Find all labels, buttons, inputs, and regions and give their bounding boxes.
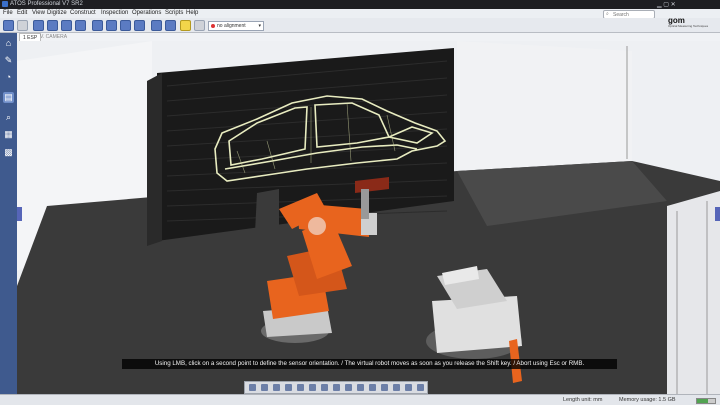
tool-8-icon[interactable] [134, 20, 145, 31]
home-icon[interactable]: ⌂ [3, 38, 14, 49]
grid-icon[interactable]: ▩ [3, 147, 14, 158]
measure-icon[interactable]: ▤ [3, 92, 14, 103]
wrench-icon[interactable]: ✎ [3, 55, 14, 66]
view-tool-3-icon[interactable] [273, 384, 280, 391]
menu-operations[interactable]: Operations [132, 9, 161, 18]
memory-bar [696, 398, 716, 404]
tool-3-icon[interactable] [61, 20, 72, 31]
cell-back-wall [457, 41, 632, 171]
view-tool-15-icon[interactable] [417, 384, 424, 391]
scene-svg [17, 41, 720, 394]
chevron-down-icon: ▾ [258, 23, 261, 29]
logo-tagline: Optical Measuring Techniques [668, 24, 709, 28]
view-tool-6-icon[interactable] [309, 384, 316, 391]
view-tool-14-icon[interactable] [405, 384, 412, 391]
refresh-icon[interactable] [180, 20, 191, 31]
menu-file[interactable]: File [3, 9, 13, 18]
3d-viewport[interactable] [17, 41, 720, 394]
menu-view[interactable]: View [32, 9, 45, 18]
app-icon [2, 1, 8, 7]
view-tool-5-icon[interactable] [297, 384, 304, 391]
tool-2-icon[interactable] [47, 20, 58, 31]
main-toolbar: no alignment ▾ [0, 18, 720, 33]
view-tool-2-icon[interactable] [261, 384, 268, 391]
view-tool-8-icon[interactable] [333, 384, 340, 391]
tool-10-icon[interactable] [165, 20, 176, 31]
tool-9-icon[interactable] [151, 20, 162, 31]
search-input[interactable] [613, 11, 651, 18]
menu-construct[interactable]: Construct [70, 9, 96, 18]
alignment-label: no alignment [217, 23, 246, 29]
alignment-select[interactable]: no alignment ▾ [208, 21, 264, 31]
left-panel-handle[interactable] [17, 207, 22, 221]
tool-5-icon[interactable] [92, 20, 103, 31]
left-sidebar: ⌂ ✎ ◔ ▤ ⌕ ▦ ▩ [0, 33, 17, 394]
alignment-status-icon [211, 23, 215, 28]
view-tab-bar: 1 ESP V. CAMERA [17, 33, 720, 42]
view-tool-13-icon[interactable] [393, 384, 400, 391]
recalculate-icon[interactable] [194, 20, 205, 31]
zoom-icon[interactable]: ⌕ [3, 112, 14, 123]
open-icon[interactable] [17, 20, 28, 31]
title-bar: ATOS Professional V7 SR2 ▁ ▢ ✕ [0, 0, 720, 9]
view-toolbar [244, 381, 428, 394]
window-title: ATOS Professional V7 SR2 [10, 1, 83, 7]
memory-bar-fill [697, 399, 708, 403]
search-icon: ⌕ [606, 11, 609, 17]
close-icon[interactable]: ✕ [671, 2, 676, 8]
view-tool-10-icon[interactable] [357, 384, 364, 391]
project-icon[interactable] [3, 20, 14, 31]
right-panel-handle[interactable] [715, 207, 720, 221]
menu-scripts[interactable]: Scripts [165, 9, 183, 18]
view-tool-7-icon[interactable] [321, 384, 328, 391]
gauge-icon[interactable]: ◔ [3, 72, 14, 83]
view-tool-12-icon[interactable] [381, 384, 388, 391]
tool-6-icon[interactable] [106, 20, 117, 31]
view-tool-1-icon[interactable] [249, 384, 256, 391]
tab-camera[interactable]: V. CAMERA [37, 33, 70, 41]
view-tool-4-icon[interactable] [285, 384, 292, 391]
menu-help[interactable]: Help [186, 9, 198, 18]
menu-inspection[interactable]: Inspection [101, 9, 128, 18]
status-bar: Length unit: mm Memory usage: 1.5 GB [0, 394, 720, 405]
menu-digitize[interactable]: Digitize [47, 9, 67, 18]
minimize-icon[interactable]: ▁ [657, 2, 662, 8]
tool-4-icon[interactable] [75, 20, 86, 31]
view-tool-11-icon[interactable] [369, 384, 376, 391]
instruction-caption: Using LMB, click on a second point to de… [122, 359, 617, 369]
maximize-icon[interactable]: ▢ [663, 2, 669, 8]
view-tool-9-icon[interactable] [345, 384, 352, 391]
menu-edit[interactable]: Edit [17, 9, 27, 18]
tool-1-icon[interactable] [33, 20, 44, 31]
report-icon[interactable]: ▦ [3, 129, 14, 140]
gom-logo: gom Optical Measuring Techniques [668, 16, 718, 28]
tool-7-icon[interactable] [120, 20, 131, 31]
